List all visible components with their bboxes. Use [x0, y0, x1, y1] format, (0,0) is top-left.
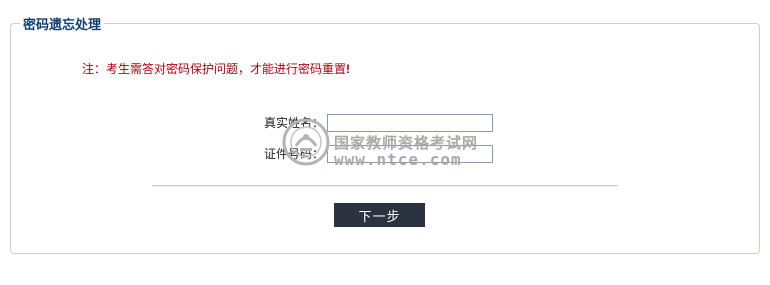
notice-text: 注：考生需答对密码保护问题，才能进行密码重置!: [82, 60, 350, 77]
divider: [152, 185, 618, 187]
id-number-row: 证件号码：: [0, 145, 770, 165]
panel-title: 密码遗忘处理: [23, 17, 102, 32]
page: 密码遗忘处理 注：考生需答对密码保护问题，才能进行密码重置! 真实姓名： 证件号…: [0, 0, 770, 285]
notice-message: 注：考生需答对密码保护问题，才能进行密码重置: [82, 62, 347, 76]
next-step-button[interactable]: 下一步: [334, 203, 425, 227]
real-name-input[interactable]: [327, 114, 493, 132]
id-number-label: 证件号码：: [263, 147, 324, 161]
real-name-label: 真实姓名：: [263, 116, 324, 130]
notice-exclamation: !: [346, 62, 351, 76]
real-name-row: 真实姓名：: [0, 114, 770, 134]
id-number-input[interactable]: [327, 145, 493, 163]
